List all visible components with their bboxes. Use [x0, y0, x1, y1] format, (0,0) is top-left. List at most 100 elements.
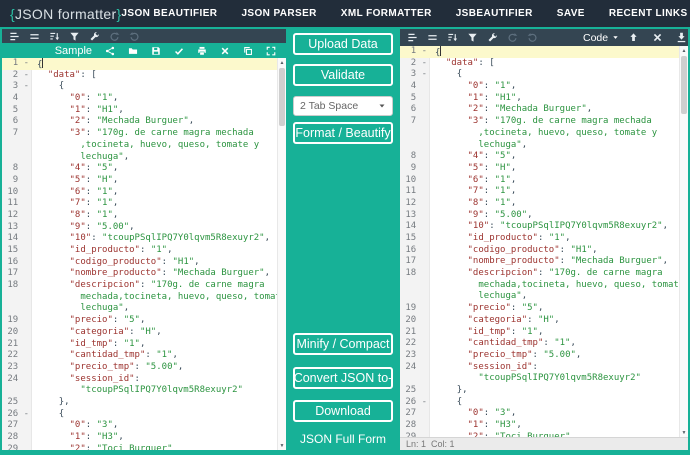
- code-line: 20 "categoria": "H",: [2, 327, 286, 339]
- code-line: 4 "0": "1",: [2, 93, 286, 105]
- code-line: 15 "id_producto": "1",: [400, 233, 688, 245]
- convert-json-to-button[interactable]: Convert JSON to-: [293, 367, 393, 389]
- upload-icon[interactable]: [628, 32, 639, 43]
- code-line: 10 "6": "1",: [2, 187, 286, 199]
- transform-filter-icon[interactable]: [467, 32, 478, 43]
- repair-wrench-icon[interactable]: [89, 31, 100, 42]
- scrollbar-thumb[interactable]: [681, 56, 687, 114]
- code-line: 7 "3": "170g. de carne magra mechada: [2, 128, 286, 140]
- code-line: 12 "8": "1",: [2, 210, 286, 222]
- code-line: 26 - {: [400, 397, 688, 409]
- chevron-down-icon: [612, 34, 619, 41]
- compact-icon[interactable]: [29, 31, 40, 42]
- line-col-indicator: Ln: 1 Col: 1: [406, 439, 455, 449]
- repair-wrench-icon[interactable]: [487, 32, 498, 43]
- code-line: 27 "0": "3",: [2, 420, 286, 432]
- code-line: 12 "8": "1",: [400, 198, 688, 210]
- code-line: 29 "2": "Toci Burguer": [2, 444, 286, 450]
- scroll-up-arrow-icon[interactable]: ▲: [680, 46, 688, 55]
- sort-icon[interactable]: [49, 31, 60, 42]
- share-icon[interactable]: [105, 46, 115, 56]
- json-output-editor[interactable]: 1 -{ 2 - "data": [ 3 - { 4 "0": "1", 5 "…: [400, 46, 688, 437]
- indent-size-select[interactable]: 2 Tab Space: [293, 96, 393, 116]
- logo-text: JSON formatter: [15, 6, 116, 22]
- scroll-down-arrow-icon[interactable]: ▼: [278, 441, 286, 450]
- code-line: 19 "precio": "5",: [2, 315, 286, 327]
- transform-filter-icon[interactable]: [69, 31, 80, 42]
- json-output-code[interactable]: 1 -{ 2 - "data": [ 3 - { 4 "0": "1", 5 "…: [400, 46, 688, 437]
- input-editor-panel: Sample 1 -{ 2 - "data": [ 3 - { 4 "0": "…: [2, 29, 286, 450]
- sample-dropdown[interactable]: Sample: [55, 45, 92, 57]
- code-line: 22 "cantidad_tmp": "1",: [400, 338, 688, 350]
- code-line: lechuga",: [2, 152, 286, 164]
- scrollbar-thumb[interactable]: [279, 68, 285, 126]
- check-icon[interactable]: [174, 46, 184, 56]
- nav-item-save[interactable]: SAVE: [557, 8, 585, 19]
- format-icon[interactable]: [407, 32, 418, 43]
- cursor-position-statusbar: Ln: 1 Col: 1: [400, 437, 688, 450]
- nav-item-recent-links[interactable]: RECENT LINKS: [609, 8, 688, 19]
- compact-icon[interactable]: [427, 32, 438, 43]
- code-line: 27 "0": "3",: [400, 408, 688, 420]
- code-line: 21 "id_tmp": "1",: [2, 339, 286, 351]
- download-button[interactable]: Download: [293, 400, 393, 422]
- json-full-form-link[interactable]: JSON Full Form: [286, 432, 400, 446]
- copy-icon[interactable]: [243, 46, 253, 56]
- nav-item-xml-formatter[interactable]: XML FORMATTER: [341, 8, 432, 19]
- upload-data-button[interactable]: Upload Data: [293, 33, 393, 55]
- redo-icon: [527, 32, 538, 43]
- code-line: 23 "precio_tmp": "5.00",: [400, 350, 688, 362]
- format-beautify-button[interactable]: Format / Beautify: [293, 122, 393, 144]
- code-line: 24 "session_id":: [400, 362, 688, 374]
- nav-item-json-parser[interactable]: JSON PARSER: [241, 8, 316, 19]
- output-action-icons: [628, 32, 690, 43]
- code-line: 8 "4": "5",: [2, 163, 286, 175]
- input-editor-scrollbar[interactable]: ▲ ▼: [277, 58, 286, 450]
- scroll-up-arrow-icon[interactable]: ▲: [278, 58, 286, 67]
- code-line: 13 "9": "5.00",: [2, 222, 286, 234]
- code-line: ,tocineta, huevo, queso, tomate y: [2, 140, 286, 152]
- validate-button[interactable]: Validate: [293, 64, 393, 86]
- code-line: 14 "10": "tcoupPSqlIPQ7Y0lqvm5R8exuyr2",: [2, 233, 286, 245]
- json-input-editor[interactable]: 1 -{ 2 - "data": [ 3 - { 4 "0": "1", 5 "…: [2, 58, 286, 450]
- code-line: 16 "codigo_producto": "H1",: [2, 257, 286, 269]
- fullscreen-icon[interactable]: [266, 46, 276, 56]
- code-line: 3 - {: [400, 69, 688, 81]
- code-line: 18 "descripcion": "170g. de carne magra: [2, 280, 286, 292]
- scroll-down-arrow-icon[interactable]: ▼: [680, 428, 688, 437]
- download-icon[interactable]: [676, 32, 687, 43]
- code-line: 25 },: [2, 397, 286, 409]
- minify-compact-button[interactable]: Minify / Compact: [293, 333, 393, 355]
- code-line: lechuga",: [400, 140, 688, 152]
- sort-icon[interactable]: [447, 32, 458, 43]
- code-line: 6 "2": "Mechada Burguer",: [2, 116, 286, 128]
- undo-icon: [109, 31, 120, 42]
- format-icon[interactable]: [9, 31, 20, 42]
- app-logo[interactable]: {JSON formatter}: [10, 6, 121, 22]
- nav-item-json-beautifier[interactable]: JSON BEAUTIFIER: [121, 8, 217, 19]
- output-editor-scrollbar[interactable]: ▲ ▼: [679, 46, 688, 437]
- code-line: 1 -{: [400, 46, 688, 58]
- code-line: lechuga",: [2, 303, 286, 315]
- code-line: 26 - {: [2, 409, 286, 421]
- json-input-code[interactable]: 1 -{ 2 - "data": [ 3 - { 4 "0": "1", 5 "…: [2, 58, 286, 450]
- editor-mode-select[interactable]: Code: [583, 32, 619, 44]
- clear-x-icon[interactable]: [220, 46, 230, 56]
- folder-open-icon[interactable]: [128, 46, 138, 56]
- save-icon[interactable]: [151, 46, 161, 56]
- print-icon[interactable]: [197, 46, 207, 56]
- sample-toolbar: Sample: [2, 43, 286, 58]
- code-line: 21 "id_tmp": "1",: [400, 327, 688, 339]
- code-line: "tcoupPSqlIPQ7Y0lqvm5R8exuyr2": [2, 385, 286, 397]
- code-line: lechuga",: [400, 291, 688, 303]
- indent-size-value: 2 Tab Space: [300, 100, 358, 112]
- nav-item-jsbeautifier[interactable]: JSBEAUTIFIER: [456, 8, 533, 19]
- code-line: 18 "descripcion": "170g. de carne magra: [400, 268, 688, 280]
- code-line: 19 "precio": "5",: [400, 303, 688, 315]
- chevron-down-icon: [378, 102, 386, 110]
- code-line: 23 "precio_tmp": "5.00",: [2, 362, 286, 374]
- clear-x-icon[interactable]: [652, 32, 663, 43]
- top-navbar: {JSON formatter} JSON BEAUTIFIER JSON PAR…: [0, 0, 690, 27]
- code-line: 17 "nombre_producto": "Mechada Burguer",: [2, 268, 286, 280]
- nav-menu: JSON BEAUTIFIER JSON PARSER XML FORMATTER J…: [121, 8, 690, 19]
